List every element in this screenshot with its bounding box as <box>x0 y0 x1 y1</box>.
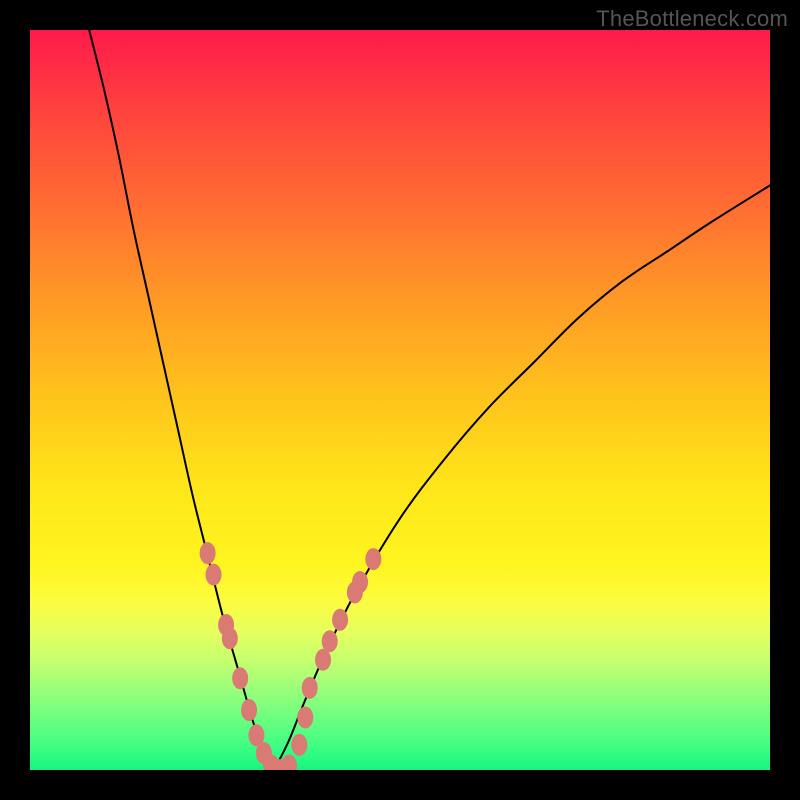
data-marker <box>322 630 338 652</box>
data-marker <box>297 706 313 728</box>
left-curve <box>89 30 274 770</box>
data-marker <box>222 627 238 649</box>
data-marker <box>232 667 248 689</box>
chart-frame: TheBottleneck.com <box>0 0 800 800</box>
data-marker <box>302 677 318 699</box>
watermark-text: TheBottleneck.com <box>596 6 788 32</box>
data-marker <box>200 542 216 564</box>
curve-svg <box>30 30 770 770</box>
data-marker <box>291 734 307 756</box>
data-marker <box>332 609 348 631</box>
right-curve <box>274 185 770 770</box>
data-marker <box>206 564 222 586</box>
data-marker <box>365 548 381 570</box>
plot-area <box>30 30 770 770</box>
data-marker <box>241 699 257 721</box>
data-marker <box>352 571 368 593</box>
data-marker <box>281 755 297 770</box>
